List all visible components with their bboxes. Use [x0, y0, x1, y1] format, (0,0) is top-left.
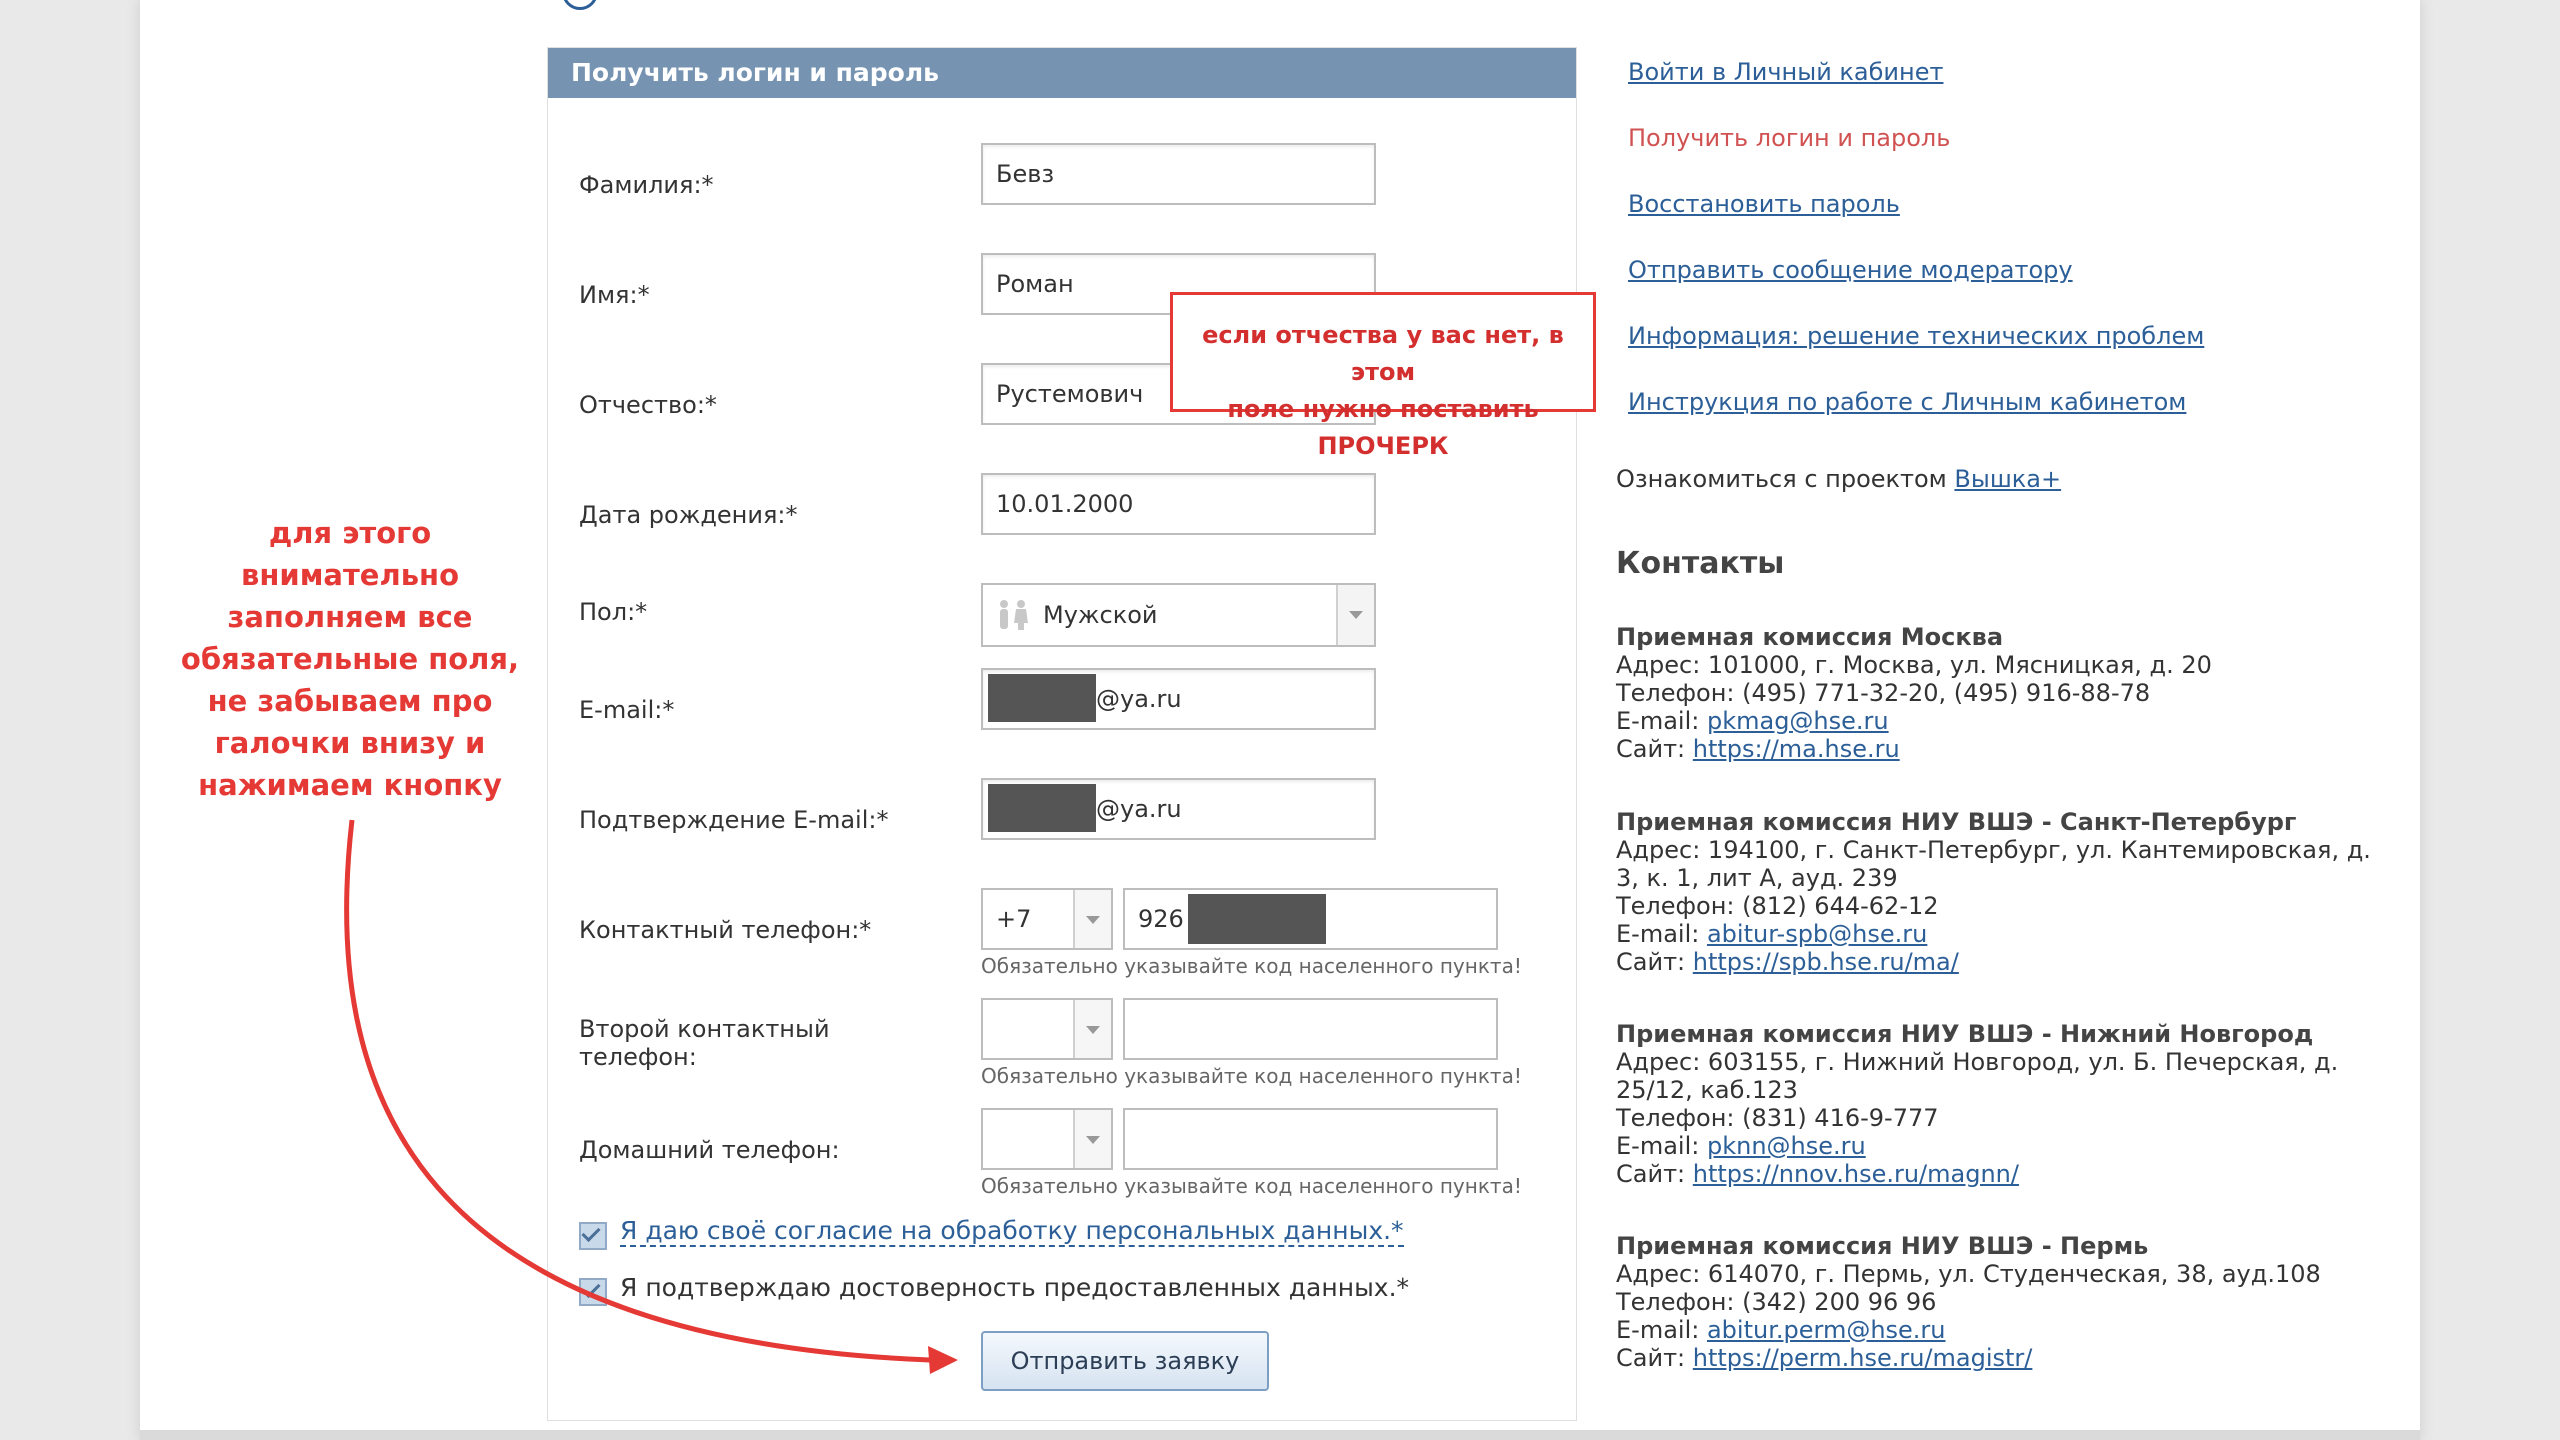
contact-site-line: Сайт: https://perm.hse.ru/magistr/ — [1616, 1344, 2376, 1372]
contact-email-line: E-mail: pknn@hse.ru — [1616, 1132, 2376, 1160]
contact-title: Приемная комиссия НИУ ВШЭ - Пермь — [1616, 1232, 2149, 1260]
birthdate-input[interactable]: 10.01.2000 — [981, 473, 1376, 535]
phone2-hint: Обязательно указывайте код населенного п… — [981, 1064, 1522, 1088]
email-suffix: @ya.ru — [1096, 685, 1182, 713]
home-phone-hint: Обязательно указывайте код населенного п… — [981, 1174, 1522, 1198]
home-phone-input[interactable] — [1123, 1108, 1498, 1170]
project-link[interactable]: Вышка+ — [1954, 465, 2061, 493]
contact-email-line: E-mail: pkmag@hse.ru — [1616, 707, 2376, 735]
contact-title: Приемная комиссия НИУ ВШЭ - Санкт-Петерб… — [1616, 808, 2297, 836]
phone-hint: Обязательно указывайте код населенного п… — [981, 954, 1522, 978]
contact-site-line: Сайт: https://nnov.hse.ru/magnn/ — [1616, 1160, 2376, 1188]
home-phone-code-select[interactable] — [981, 1108, 1113, 1170]
chevron-down-icon[interactable] — [1073, 890, 1111, 948]
sidebar-link-message-moderator[interactable]: Отправить сообщение модератору — [1628, 256, 2073, 284]
site-label-text: Сайт: — [1616, 948, 1693, 976]
email-input[interactable]: @ya.ru — [981, 668, 1376, 730]
callout-line2: поле нужно поставить ПРОЧЕРК — [1227, 395, 1539, 460]
contact-email-line: E-mail: abitur-spb@hse.ru — [1616, 920, 2376, 948]
sidebar-link-get-credentials[interactable]: Получить логин и пароль — [1628, 124, 1950, 152]
contact-moscow: Приемная комиссия Москва Адрес: 101000, … — [1616, 623, 2376, 763]
sidebar-link-instructions[interactable]: Инструкция по работе с Личным кабинетом — [1628, 388, 2186, 416]
email-label-text: E-mail: — [1616, 1132, 1707, 1160]
chevron-down-icon[interactable] — [1073, 1110, 1111, 1168]
contact-site-link[interactable]: https://perm.hse.ru/magistr/ — [1693, 1344, 2033, 1372]
contact-email-line: E-mail: abitur.perm@hse.ru — [1616, 1316, 2376, 1344]
site-label-text: Сайт: — [1616, 1344, 1693, 1372]
redacted-block — [988, 784, 1096, 832]
callout-line1: если отчества у вас нет, в этом — [1202, 321, 1564, 386]
phone-input[interactable]: 926 — [1123, 888, 1498, 950]
contact-phone: Телефон: (342) 200 96 96 — [1616, 1288, 1937, 1316]
project-text: Ознакомиться с проектом — [1616, 465, 1955, 493]
contact-title: Приемная комиссия НИУ ВШЭ - Нижний Новго… — [1616, 1020, 2314, 1048]
email-label-text: E-mail: — [1616, 1316, 1707, 1344]
contact-site-link[interactable]: https://ma.hse.ru — [1693, 735, 1900, 763]
contact-address: Адрес: 603155, г. Нижний Новгород, ул. Б… — [1616, 1048, 2339, 1076]
sidebar-link-restore-password[interactable]: Восстановить пароль — [1628, 190, 1900, 218]
contact-spb: Приемная комиссия НИУ ВШЭ - Санкт-Петерб… — [1616, 808, 2376, 976]
phone2-input[interactable] — [1123, 998, 1498, 1060]
site-label-text: Сайт: — [1616, 1160, 1693, 1188]
chevron-down-icon[interactable] — [1336, 585, 1374, 645]
contact-nnov: Приемная комиссия НИУ ВШЭ - Нижний Новго… — [1616, 1020, 2376, 1188]
redacted-block — [1188, 894, 1326, 944]
phone2-code-select[interactable] — [981, 998, 1113, 1060]
phone-number-value: 926 — [1138, 905, 1184, 933]
contact-email-link[interactable]: pkmag@hse.ru — [1707, 707, 1889, 735]
sidebar-link-login[interactable]: Войти в Личный кабинет — [1628, 58, 1943, 86]
contact-address: Адрес: 101000, г. Москва, ул. Мясницкая,… — [1616, 651, 2212, 679]
phone-code-select[interactable]: +7 — [981, 888, 1113, 950]
sidebar-link-tech-problems[interactable]: Информация: решение технических проблем — [1628, 322, 2204, 350]
redacted-block — [988, 674, 1096, 722]
submit-button[interactable]: Отправить заявку — [981, 1331, 1269, 1391]
contact-address: 25/12, каб.123 — [1616, 1076, 1798, 1104]
chevron-down-icon[interactable] — [1073, 1000, 1111, 1058]
contact-phone: Телефон: (495) 771-32-20, (495) 916-88-7… — [1616, 679, 2151, 707]
gender-icon — [1000, 600, 1028, 630]
contact-email-link[interactable]: abitur-spb@hse.ru — [1707, 920, 1927, 948]
contact-title: Приемная комиссия Москва — [1616, 623, 2004, 651]
contact-address: Адрес: 614070, г. Пермь, ул. Студенческа… — [1616, 1260, 2321, 1288]
surname-input[interactable]: Бевз — [981, 143, 1376, 205]
email-confirm-suffix: @ya.ru — [1096, 795, 1182, 823]
contacts-heading: Контакты — [1616, 546, 1785, 581]
contact-site-line: Сайт: https://spb.hse.ru/ma/ — [1616, 948, 2376, 976]
contact-address: Адрес: 194100, г. Санкт-Петербург, ул. К… — [1616, 836, 2371, 864]
annotation-arrow — [344, 819, 958, 1374]
contact-email-link[interactable]: abitur.perm@hse.ru — [1707, 1316, 1946, 1344]
contact-site-link[interactable]: https://nnov.hse.ru/magnn/ — [1693, 1160, 2019, 1188]
email-confirm-input[interactable]: @ya.ru — [981, 778, 1376, 840]
phone-code-value: +7 — [996, 905, 1032, 933]
contact-email-link[interactable]: pknn@hse.ru — [1707, 1132, 1866, 1160]
email-label-text: E-mail: — [1616, 707, 1707, 735]
contact-site-link[interactable]: https://spb.hse.ru/ma/ — [1693, 948, 1959, 976]
contact-site-line: Сайт: https://ma.hse.ru — [1616, 735, 2376, 763]
gender-select[interactable]: Мужской — [981, 583, 1376, 647]
contact-address: 3, к. 1, лит А, ауд. 239 — [1616, 864, 1898, 892]
contact-perm: Приемная комиссия НИУ ВШЭ - Пермь Адрес:… — [1616, 1232, 2376, 1372]
email-label-text: E-mail: — [1616, 920, 1707, 948]
site-label-text: Сайт: — [1616, 735, 1693, 763]
contact-phone: Телефон: (812) 644-62-12 — [1616, 892, 1939, 920]
gender-value: Мужской — [1043, 601, 1158, 629]
project-line: Ознакомиться с проектом Вышка+ — [1616, 465, 2061, 493]
contact-phone: Телефон: (831) 416-9-777 — [1616, 1104, 1939, 1132]
patronymic-callout: если отчества у вас нет, в этом поле нуж… — [1170, 292, 1596, 460]
